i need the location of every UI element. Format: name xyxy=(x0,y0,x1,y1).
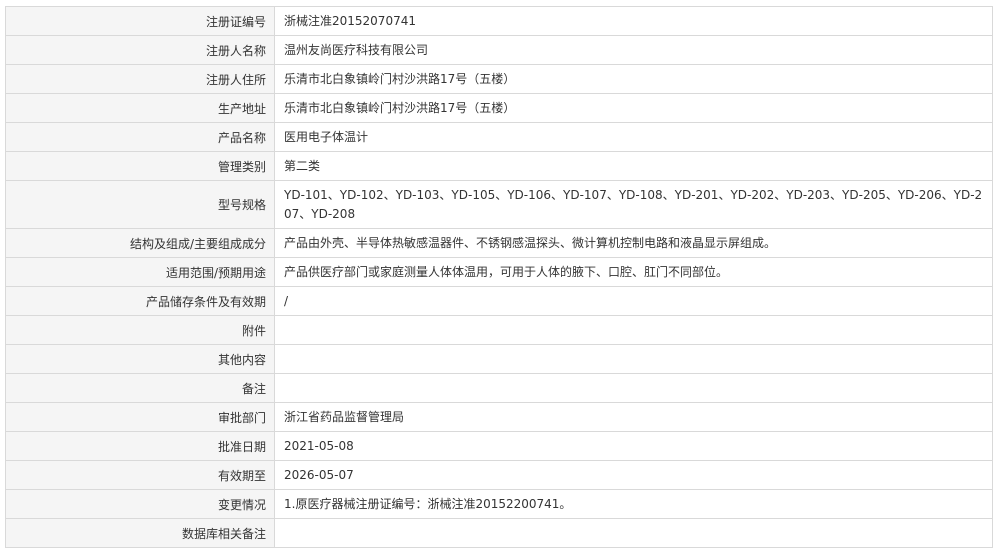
field-value xyxy=(274,315,993,345)
field-value: YD-101、YD-102、YD-103、YD-105、YD-106、YD-10… xyxy=(274,180,993,229)
field-label: 管理类别 xyxy=(5,151,275,181)
row-valid-until: 有效期至 2026-05-07 xyxy=(5,460,993,490)
field-label: 注册证编号 xyxy=(5,6,275,36)
field-value: 温州友尚医疗科技有限公司 xyxy=(274,35,993,65)
field-value xyxy=(274,373,993,403)
field-label: 数据库相关备注 xyxy=(5,518,275,548)
row-structure-composition: 结构及组成/主要组成成分 产品由外壳、半导体热敏感温器件、不锈钢感温探头、微计算… xyxy=(5,228,993,258)
row-remarks: 备注 xyxy=(5,373,993,403)
field-value: 产品由外壳、半导体热敏感温器件、不锈钢感温探头、微计算机控制电路和液晶显示屏组成… xyxy=(274,228,993,258)
row-registrant-name: 注册人名称 温州友尚医疗科技有限公司 xyxy=(5,35,993,65)
row-database-notes: 数据库相关备注 xyxy=(5,518,993,548)
row-model-spec: 型号规格 YD-101、YD-102、YD-103、YD-105、YD-106、… xyxy=(5,180,993,229)
row-registration-number: 注册证编号 浙械注准20152070741 xyxy=(5,6,993,36)
field-label: 备注 xyxy=(5,373,275,403)
field-value: 浙江省药品监督管理局 xyxy=(274,402,993,432)
field-value: 乐清市北白象镇岭门村沙洪路17号（五楼） xyxy=(274,64,993,94)
row-attachments: 附件 xyxy=(5,315,993,345)
field-label: 结构及组成/主要组成成分 xyxy=(5,228,275,258)
field-value xyxy=(274,344,993,374)
field-label: 变更情况 xyxy=(5,489,275,519)
row-intended-use: 适用范围/预期用途 产品供医疗部门或家庭测量人体体温用，可用于人体的腋下、口腔、… xyxy=(5,257,993,287)
row-other-content: 其他内容 xyxy=(5,344,993,374)
row-approval-date: 批准日期 2021-05-08 xyxy=(5,431,993,461)
row-registrant-address: 注册人住所 乐清市北白象镇岭门村沙洪路17号（五楼） xyxy=(5,64,993,94)
field-label: 附件 xyxy=(5,315,275,345)
field-value: 乐清市北白象镇岭门村沙洪路17号（五楼） xyxy=(274,93,993,123)
field-label: 产品名称 xyxy=(5,122,275,152)
field-value: 1.原医疗器械注册证编号：浙械注准20152200741。 xyxy=(274,489,993,519)
field-label: 产品储存条件及有效期 xyxy=(5,286,275,316)
field-label: 注册人住所 xyxy=(5,64,275,94)
field-label: 型号规格 xyxy=(5,180,275,229)
field-label: 审批部门 xyxy=(5,402,275,432)
field-label: 有效期至 xyxy=(5,460,275,490)
registration-details-table: 注册证编号 浙械注准20152070741 注册人名称 温州友尚医疗科技有限公司… xyxy=(5,6,993,548)
row-approval-department: 审批部门 浙江省药品监督管理局 xyxy=(5,402,993,432)
row-change-history: 变更情况 1.原医疗器械注册证编号：浙械注准20152200741。 xyxy=(5,489,993,519)
row-storage-validity: 产品储存条件及有效期 / xyxy=(5,286,993,316)
field-value: 2021-05-08 xyxy=(274,431,993,461)
row-production-address: 生产地址 乐清市北白象镇岭门村沙洪路17号（五楼） xyxy=(5,93,993,123)
field-label: 批准日期 xyxy=(5,431,275,461)
field-value: 2026-05-07 xyxy=(274,460,993,490)
field-value: 第二类 xyxy=(274,151,993,181)
field-label: 生产地址 xyxy=(5,93,275,123)
field-value: / xyxy=(274,286,993,316)
field-label: 其他内容 xyxy=(5,344,275,374)
field-label: 注册人名称 xyxy=(5,35,275,65)
field-value: 浙械注准20152070741 xyxy=(274,6,993,36)
field-value: 产品供医疗部门或家庭测量人体体温用，可用于人体的腋下、口腔、肛门不同部位。 xyxy=(274,257,993,287)
field-value: 医用电子体温计 xyxy=(274,122,993,152)
row-product-name: 产品名称 医用电子体温计 xyxy=(5,122,993,152)
row-management-category: 管理类别 第二类 xyxy=(5,151,993,181)
field-value xyxy=(274,518,993,548)
field-label: 适用范围/预期用途 xyxy=(5,257,275,287)
